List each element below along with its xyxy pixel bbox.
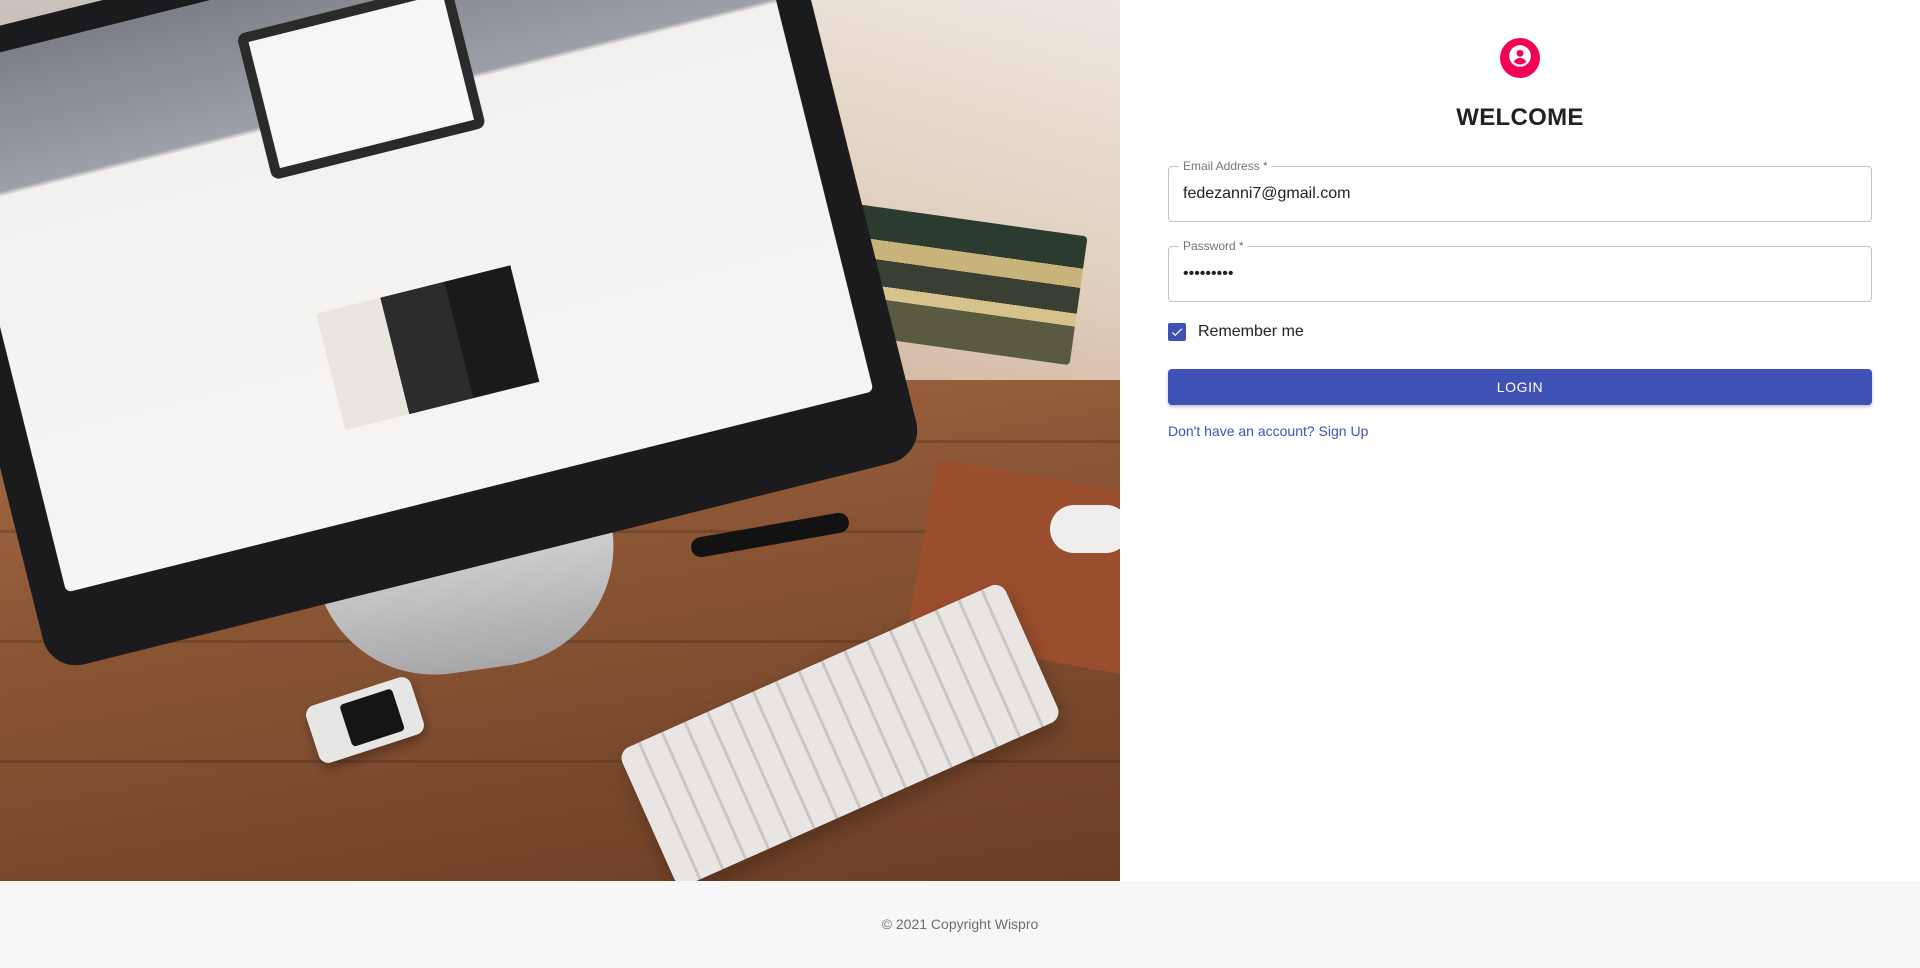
page-title: WELCOME [1456,104,1584,131]
check-icon [1171,328,1183,337]
login-button[interactable]: LOGIN [1168,369,1872,405]
person-icon [1507,43,1533,74]
password-field[interactable]: Password * [1168,239,1872,302]
copyright-text: © 2021 Copyright Wispro [881,916,1039,932]
avatar [1500,38,1540,78]
mouse [1050,505,1120,553]
email-input[interactable] [1183,167,1853,221]
remember-checkbox[interactable] [1168,323,1186,341]
password-input[interactable] [1183,247,1853,301]
footer: © 2021 Copyright Wispro [0,881,1920,968]
login-panel: WELCOME Email Address * Password * Remem… [1120,0,1920,881]
signup-link[interactable]: Don't have an account? Sign Up [1168,423,1368,439]
hero-image [0,0,1120,881]
remember-me[interactable]: Remember me [1168,320,1304,344]
remember-label: Remember me [1198,323,1304,340]
email-field[interactable]: Email Address * [1168,159,1872,222]
login-page: WELCOME Email Address * Password * Remem… [0,0,1920,968]
